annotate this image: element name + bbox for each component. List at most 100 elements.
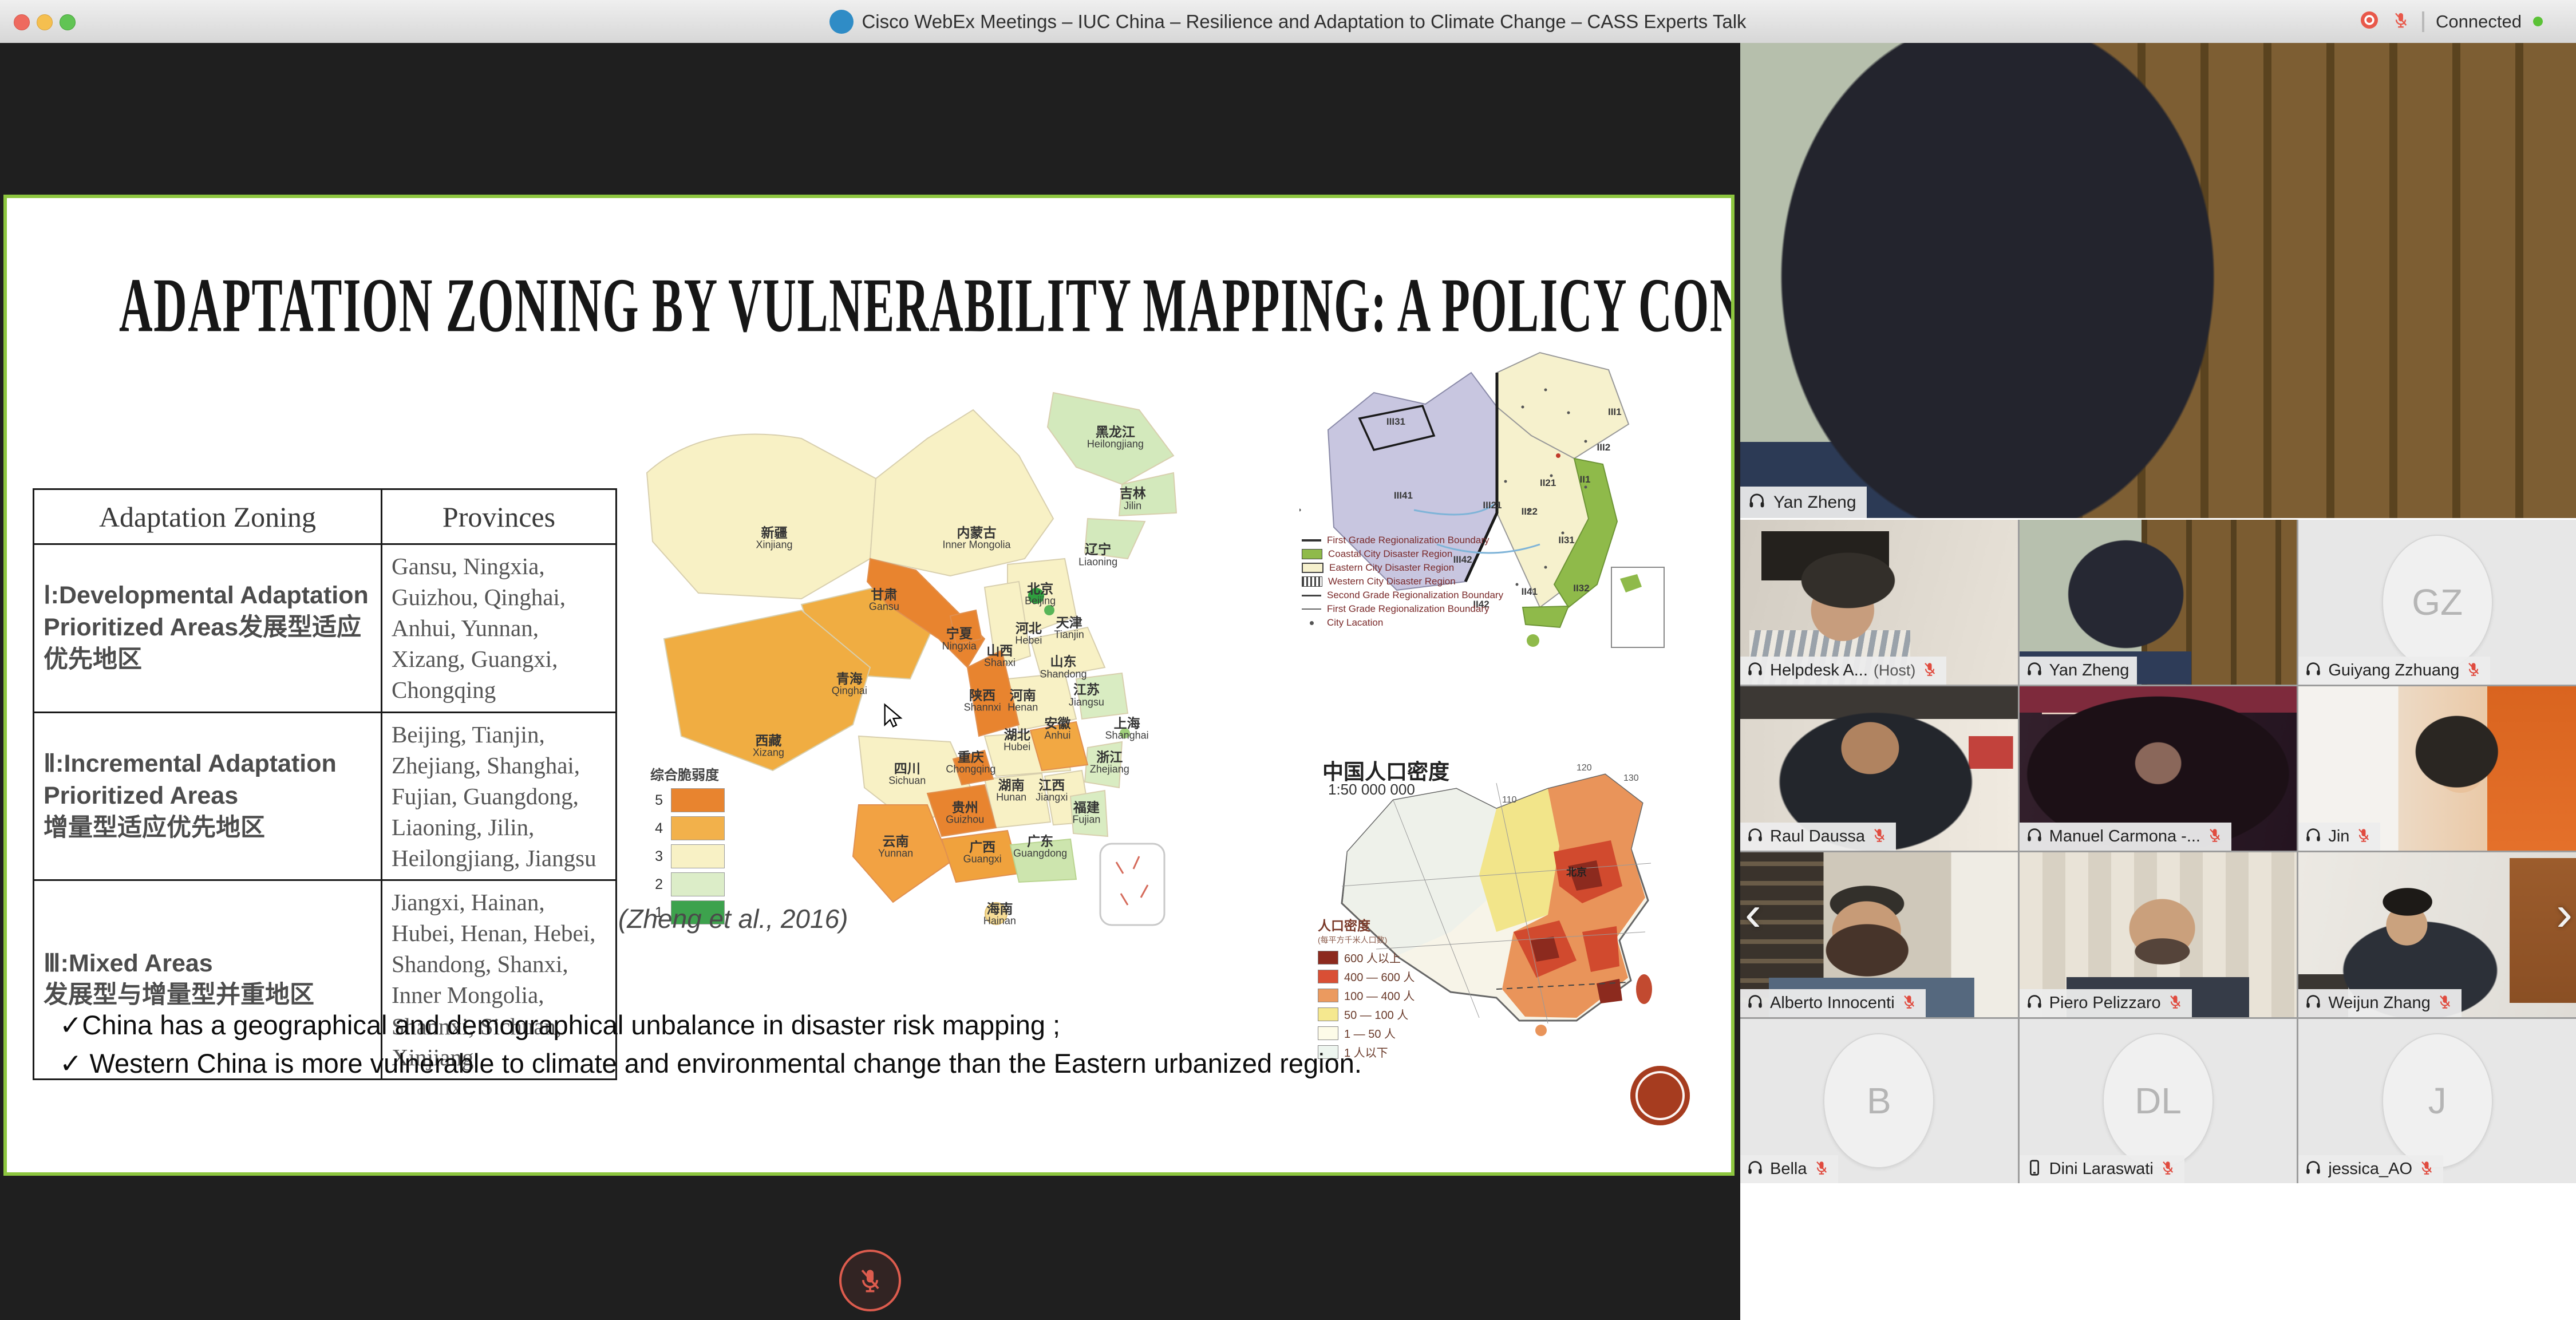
headset-icon	[2304, 826, 2322, 847]
muted-mic-icon[interactable]	[2391, 10, 2411, 33]
connection-status-label: Connected	[2436, 11, 2522, 32]
participant-tile[interactable]: Piero Pelizzaro	[2020, 852, 2297, 1017]
zone-code-label: II21	[1540, 477, 1556, 489]
muted-mic-icon	[2167, 993, 2184, 1013]
density-legend-item: 600 人以上	[1318, 949, 1415, 966]
previous-page-chevron-icon[interactable]: ‹	[1745, 889, 1761, 938]
zone-cell: Ⅰ:Developmental Adaptation Prioritized A…	[34, 544, 382, 713]
shared-content-stage: ADAPTATION ZONING BY VULNERABILITY MAPPI…	[0, 43, 1740, 1320]
regionalization-legend-item: Second Grade Regionalization Boundary	[1302, 590, 1503, 601]
avatar: GZ	[2382, 535, 2493, 670]
participant-tile[interactable]: Raul Daussa	[1740, 686, 2018, 851]
phone-icon	[2025, 1159, 2044, 1180]
participant-tile[interactable]: BBella	[1740, 1019, 2018, 1184]
slide-citation: (Zheng et al., 2016)	[618, 903, 848, 934]
mute-toggle-button[interactable]	[839, 1250, 901, 1311]
headset-icon	[2304, 1159, 2322, 1180]
active-speaker-scene	[1740, 43, 2576, 518]
zone-code-label: II1	[1580, 474, 1591, 485]
zoom-window-button[interactable]	[60, 14, 76, 30]
muted-mic-icon	[1813, 1159, 1830, 1179]
density-map-scale: 1:50 000 000	[1328, 781, 1415, 799]
vulnerability-legend-item: 5	[650, 788, 725, 812]
zone-code-label: II41	[1522, 586, 1538, 598]
muted-mic-icon	[2159, 1159, 2176, 1179]
zone-code-label: III31	[1386, 416, 1405, 428]
regionalization-legend: First Grade Regionalization BoundaryCoas…	[1302, 535, 1503, 631]
participant-tile[interactable]: GZGuiyang Zzhuang	[2298, 520, 2576, 685]
table-row: Ⅰ:Developmental Adaptation Prioritized A…	[34, 544, 617, 713]
muted-mic-icon	[2418, 1159, 2435, 1179]
regionalization-legend-item: Eastern City Disaster Region	[1302, 562, 1503, 574]
participant-tile[interactable]: Alberto Innocenti	[1740, 852, 2018, 1017]
participant-name: Guiyang Zzhuang	[2328, 661, 2459, 680]
participant-label: Guiyang Zzhuang	[2298, 657, 2490, 685]
participant-name: Weijun Zhang	[2328, 994, 2430, 1013]
red-seal-icon	[1630, 1066, 1690, 1125]
participant-label: Piero Pelizzaro	[2020, 989, 2192, 1017]
regionalization-map: III31III41III42III21II41II42II31II32II21…	[1299, 335, 1670, 656]
participant-tile[interactable]: DLDini Laraswati	[2020, 1019, 2297, 1184]
zone-code-label: III1	[1608, 406, 1622, 418]
density-legend-title: 人口密度	[1318, 915, 1415, 934]
participant-label: Jin	[2298, 823, 2380, 851]
vulnerability-legend-item: 3	[650, 844, 725, 868]
participant-tile[interactable]: Helpdesk A...(Host)	[1740, 520, 2018, 685]
host-suffix: (Host)	[1874, 662, 1916, 679]
participant-name: Alberto Innocenti	[1770, 994, 1895, 1013]
density-legend-item: 100 — 400 人	[1318, 987, 1415, 1003]
participant-tile[interactable]: Jjessica_AO	[2298, 1019, 2576, 1184]
participant-label: Helpdesk A...(Host)	[1740, 657, 1946, 685]
participant-label: Manuel Carmona -...	[2020, 823, 2231, 851]
zone-code-label: III41	[1394, 490, 1413, 501]
close-window-button[interactable]	[14, 14, 30, 30]
mouse-cursor	[880, 703, 907, 732]
participant-name: Dini Laraswati	[2049, 1160, 2154, 1179]
participant-tile[interactable]: Manuel Carmona -...	[2020, 686, 2297, 851]
adaptation-zoning-table: Adaptation Zoning Provinces Ⅰ:Developmen…	[33, 488, 617, 1080]
window-title: Cisco WebEx Meetings – IUC China – Resil…	[862, 11, 1746, 33]
headset-icon	[2304, 660, 2322, 681]
avatar: DL	[2103, 1033, 2214, 1168]
muted-mic-icon	[2436, 993, 2453, 1013]
zone-code-label: II32	[1573, 583, 1589, 594]
participant-label: Bella	[1740, 1155, 1838, 1183]
headset-icon	[1746, 1159, 1764, 1180]
participant-name: Jin	[2328, 827, 2349, 846]
participant-label: jessica_AO	[2298, 1155, 2443, 1183]
connection-dot-icon	[2533, 17, 2543, 26]
minimize-window-button[interactable]	[37, 14, 53, 30]
muted-mic-icon	[1871, 827, 1888, 847]
svg-text:130: 130	[1623, 773, 1639, 783]
svg-text:110: 110	[1502, 795, 1517, 805]
participant-tile[interactable]: Yan Zheng	[2020, 520, 2297, 685]
muted-mic-icon	[1901, 993, 1918, 1013]
regionalization-legend-item: Western City Disaster Region	[1302, 576, 1503, 587]
table-header-provinces: Provinces	[382, 489, 617, 544]
zone-code-label: II31	[1558, 535, 1574, 546]
participant-name: jessica_AO	[2328, 1160, 2412, 1179]
window-title-bar: Cisco WebEx Meetings – IUC China – Resil…	[0, 0, 2576, 44]
provinces-cell: Gansu, Ningxia, Guizhou, Qinghai, Anhui,…	[382, 544, 617, 713]
headset-icon	[2025, 660, 2044, 681]
headset-icon	[1746, 660, 1764, 681]
participant-tile[interactable]: Jin	[2298, 686, 2576, 851]
participant-label: Dini Laraswati	[2020, 1155, 2184, 1183]
vulnerability-legend-title: 综合脆弱度	[650, 764, 725, 784]
participant-name: Yan Zheng	[2049, 661, 2129, 680]
table-header-zoning: Adaptation Zoning	[34, 489, 382, 544]
headset-icon	[2025, 993, 2044, 1014]
participant-tile[interactable]: Weijun Zhang	[2298, 852, 2576, 1017]
record-indicator-icon[interactable]	[2359, 10, 2380, 33]
vulnerability-legend-item: 2	[650, 872, 725, 896]
muted-mic-icon	[2465, 661, 2482, 681]
participant-name: Yan Zheng	[1773, 493, 1856, 512]
active-speaker-video[interactable]: Yan Zheng	[1740, 43, 2576, 518]
regionalization-legend-item: First Grade Regionalization Boundary	[1302, 603, 1503, 615]
regionalization-legend-item: City Lacation	[1302, 617, 1503, 629]
presentation-slide: ADAPTATION ZONING BY VULNERABILITY MAPPI…	[3, 195, 1735, 1176]
svg-text:120: 120	[1577, 763, 1592, 773]
next-page-chevron-icon[interactable]: ›	[2556, 889, 2573, 938]
webex-logo-icon	[829, 10, 854, 34]
density-map: 北京 120 130 110 中国人口密度 1:50 000 000 人口密度 …	[1307, 743, 1674, 1041]
